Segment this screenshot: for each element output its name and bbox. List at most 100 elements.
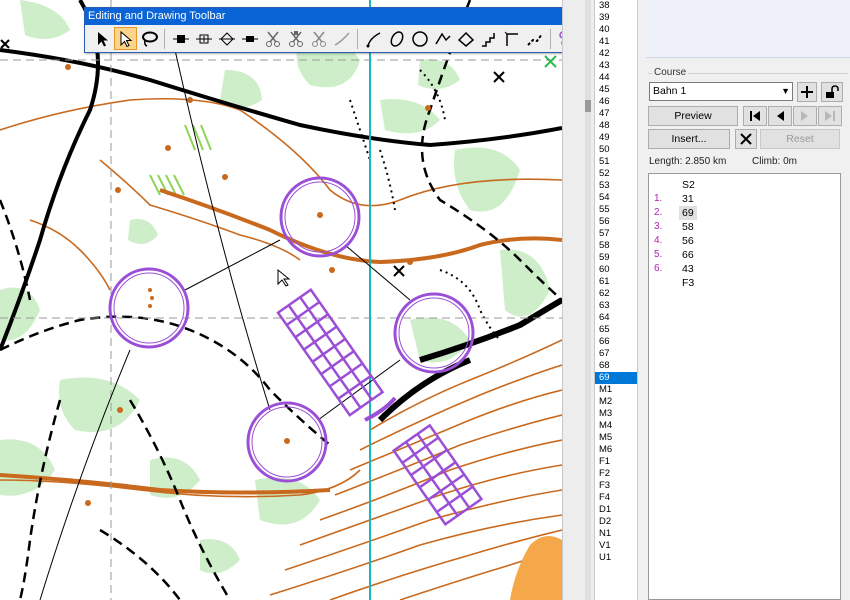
control-list-item[interactable]: N1 xyxy=(595,528,637,540)
control-list-item[interactable]: 41 xyxy=(595,36,637,48)
hollow-arrow-pointer-tool-button[interactable] xyxy=(114,27,137,50)
control-list-item[interactable]: 65 xyxy=(595,324,637,336)
curve-tool-button[interactable] xyxy=(362,27,385,50)
course-leg-item[interactable]: 2. 69 xyxy=(649,206,840,220)
ellipse-tool-button[interactable] xyxy=(385,27,408,50)
control-list-item[interactable]: 64 xyxy=(595,312,637,324)
control-list-item[interactable]: 48 xyxy=(595,120,637,132)
control-list-item[interactable]: 55 xyxy=(595,204,637,216)
control-list-item[interactable]: 39 xyxy=(595,12,637,24)
course-leg-list[interactable]: S2 1. 31 2. 69 3. 58 4. 56 5. 66 6. 43 F3 xyxy=(648,173,841,600)
scrollbar-track[interactable] xyxy=(585,0,591,600)
control-list[interactable]: 38 39 40 41 42 43 44 45 46 47 48 49 50 51 52 53 54 55 56 57… xyxy=(594,0,638,600)
insert-button[interactable]: Insert... xyxy=(648,129,730,149)
control-list-item[interactable]: 61 xyxy=(595,276,637,288)
control-list-item[interactable]: 38 xyxy=(595,0,637,12)
control-list-item[interactable]: 49 xyxy=(595,132,637,144)
control-list-item[interactable]: 63 xyxy=(595,300,637,312)
move-node-icon xyxy=(172,34,189,43)
leg-control-code: 69 xyxy=(679,206,697,220)
control-list-item[interactable]: 68 xyxy=(595,360,637,372)
control-list-item[interactable]: 43 xyxy=(595,60,637,72)
control-list-item[interactable]: 59 xyxy=(595,252,637,264)
smooth-tool-button[interactable] xyxy=(330,27,353,50)
control-list-item[interactable]: M6 xyxy=(595,444,637,456)
control-list-item[interactable]: D1 xyxy=(595,504,637,516)
control-list-item[interactable]: D2 xyxy=(595,516,637,528)
control-list-item[interactable]: 44 xyxy=(595,72,637,84)
move-node-tool-button[interactable] xyxy=(169,27,192,50)
control-list-item[interactable]: 47 xyxy=(595,108,637,120)
preview-button[interactable]: Preview xyxy=(648,106,738,126)
course-leg-item[interactable]: F3 xyxy=(649,276,840,290)
stairs-tool-button[interactable] xyxy=(477,27,500,50)
control-list-item[interactable]: 56 xyxy=(595,216,637,228)
control-list-item[interactable]: M4 xyxy=(595,420,637,432)
freehand-tool-button[interactable] xyxy=(454,27,477,50)
control-list-item[interactable]: U1 xyxy=(595,552,637,564)
cut-area-tool-button[interactable] xyxy=(284,27,307,50)
cut-hole-tool-button[interactable] xyxy=(307,27,330,50)
control-list-item[interactable]: 60 xyxy=(595,264,637,276)
control-list-item[interactable]: 52 xyxy=(595,168,637,180)
course-leg-item[interactable]: 6. 43 xyxy=(649,262,840,276)
delete-node-tool-button[interactable] xyxy=(238,27,261,50)
course-select[interactable]: Bahn 1 ▼ xyxy=(649,82,793,101)
control-list-item[interactable]: 54 xyxy=(595,192,637,204)
control-list-item[interactable]: 58 xyxy=(595,240,637,252)
diamond-node-tool-button[interactable] xyxy=(215,27,238,50)
control-list-item[interactable]: M5 xyxy=(595,432,637,444)
panel-scrollbar[interactable] xyxy=(841,173,850,600)
control-list-item[interactable]: 45 xyxy=(595,84,637,96)
orienteering-map[interactable] xyxy=(0,0,562,600)
control-list-item[interactable]: 69 xyxy=(595,372,637,384)
course-leg-item[interactable]: 1. 31 xyxy=(649,192,840,206)
scrollbar-thumb[interactable] xyxy=(585,100,591,112)
control-list-item[interactable]: 46 xyxy=(595,96,637,108)
leg-number: 5. xyxy=(654,249,663,260)
next-leg-button[interactable] xyxy=(793,106,817,126)
add-node-tool-button[interactable] xyxy=(192,27,215,50)
arrow-pointer-tool-button[interactable] xyxy=(91,27,114,50)
lasso-tool-button[interactable] xyxy=(137,27,160,50)
control-list-item[interactable]: M1 xyxy=(595,384,637,396)
control-list-item[interactable]: F1 xyxy=(595,456,637,468)
control-list-item[interactable]: F3 xyxy=(595,480,637,492)
control-list-item[interactable]: 42 xyxy=(595,48,637,60)
control-list-item[interactable]: 50 xyxy=(595,144,637,156)
control-list-item[interactable]: M2 xyxy=(595,396,637,408)
control-list-item[interactable]: F4 xyxy=(595,492,637,504)
add-course-button[interactable] xyxy=(797,82,817,102)
polyline-tool-button[interactable] xyxy=(431,27,454,50)
control-list-item[interactable]: 62 xyxy=(595,288,637,300)
control-list-item[interactable]: 66 xyxy=(595,336,637,348)
control-list-item[interactable]: F2 xyxy=(595,468,637,480)
first-leg-button[interactable] xyxy=(743,106,767,126)
map-vertical-scrollbar[interactable] xyxy=(562,0,594,600)
control-list-item[interactable]: 53 xyxy=(595,180,637,192)
circle-tool-button[interactable] xyxy=(408,27,431,50)
course-leg-item[interactable]: S2 xyxy=(649,178,840,192)
last-leg-button[interactable] xyxy=(818,106,842,126)
cut-tool-button[interactable] xyxy=(261,27,284,50)
course-leg-item[interactable]: 3. 58 xyxy=(649,220,840,234)
map-canvas[interactable] xyxy=(0,0,562,600)
previous-leg-button[interactable] xyxy=(768,106,792,126)
control-list-item[interactable]: 40 xyxy=(595,24,637,36)
control-list-item[interactable]: M3 xyxy=(595,408,637,420)
panel-splitter[interactable] xyxy=(638,0,646,600)
control-list-item[interactable]: 67 xyxy=(595,348,637,360)
delete-control-button[interactable] xyxy=(735,129,757,149)
control-list-item[interactable]: 57 xyxy=(595,228,637,240)
control-list-item[interactable]: 51 xyxy=(595,156,637,168)
dashed-curve-tool-button[interactable] xyxy=(523,27,546,50)
leg-number: 3. xyxy=(654,221,663,232)
course-leg-item[interactable]: 5. 66 xyxy=(649,248,840,262)
reset-button[interactable]: Reset xyxy=(760,129,840,149)
lock-course-button[interactable] xyxy=(821,82,843,102)
corner-line-tool-button[interactable] xyxy=(500,27,523,50)
chevron-down-icon[interactable]: ▼ xyxy=(781,83,790,100)
course-climb: Climb: 0m xyxy=(752,156,798,167)
control-list-item[interactable]: V1 xyxy=(595,540,637,552)
course-leg-item[interactable]: 4. 56 xyxy=(649,234,840,248)
